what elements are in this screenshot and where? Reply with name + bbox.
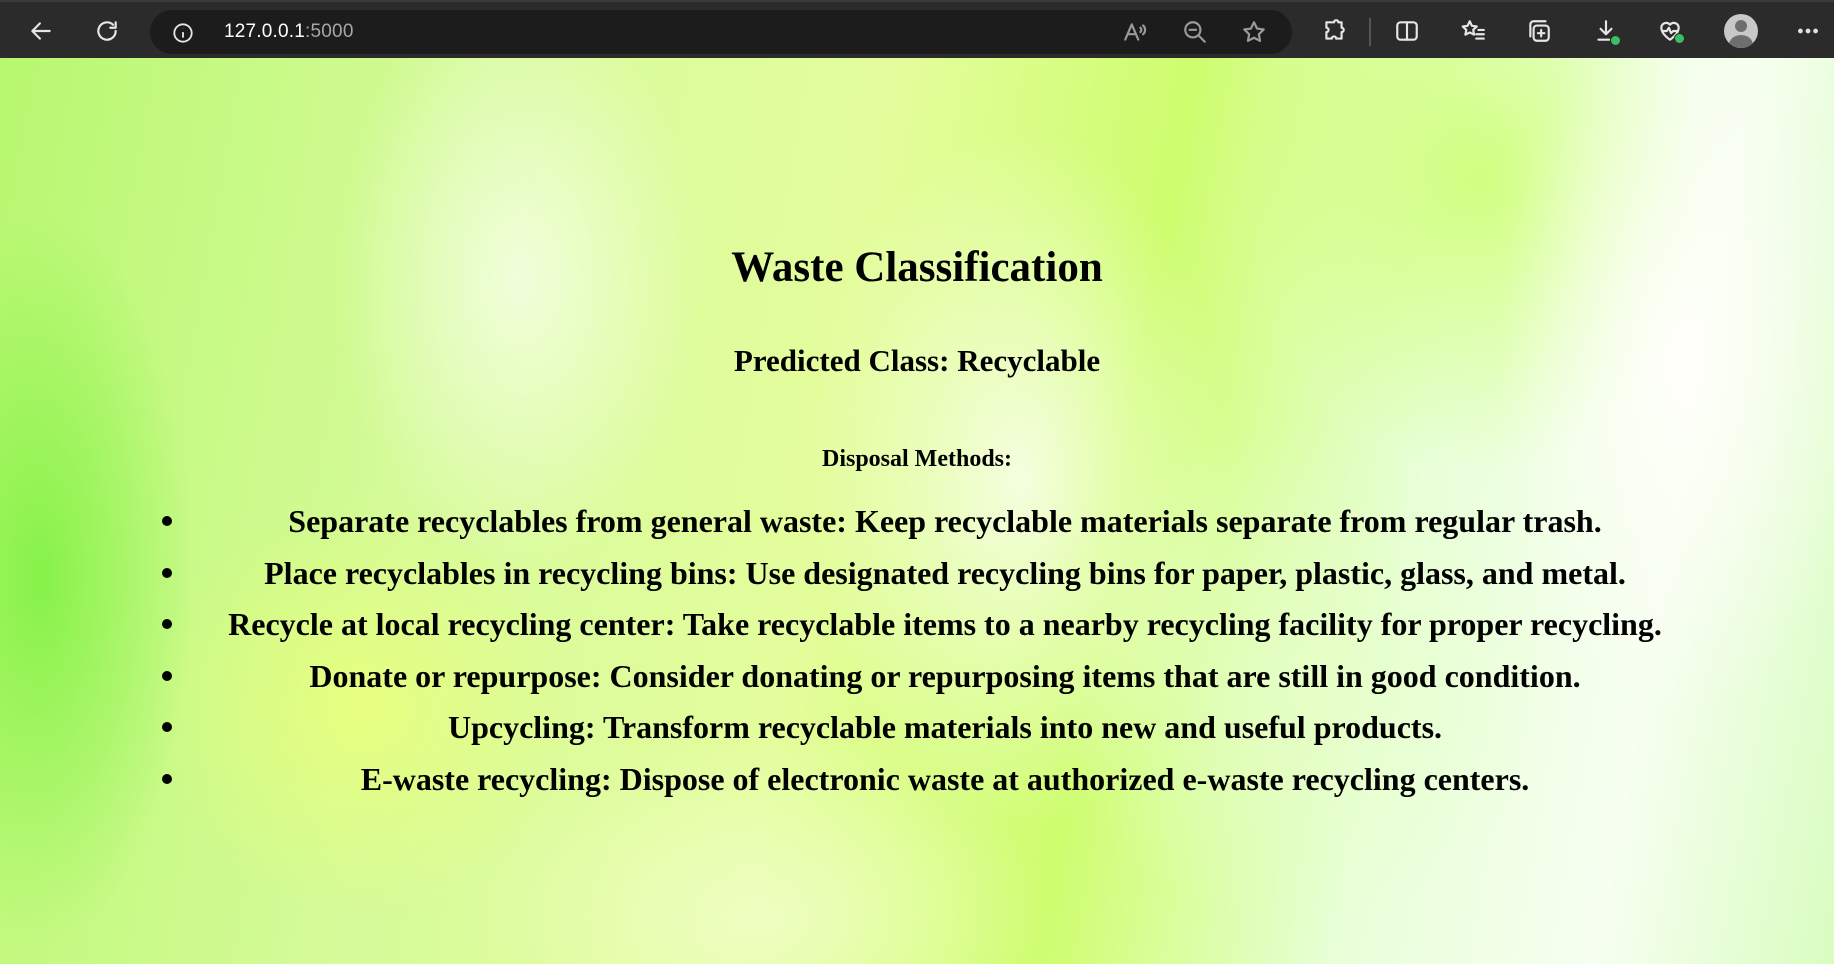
site-info-icon[interactable] <box>172 22 193 43</box>
address-bar[interactable]: 127.0.0.1:5000 <box>150 10 1292 54</box>
avatar-head <box>1735 20 1747 32</box>
split-screen-button[interactable] <box>1389 13 1425 49</box>
page-title: Waste Classification <box>731 244 1103 291</box>
favorite-star-icon[interactable] <box>1241 19 1267 45</box>
list-item: Recycle at local recycling center: Take … <box>144 603 1746 655</box>
predicted-class: Predicted Class: Recyclable <box>733 343 1101 378</box>
bullet-icon <box>162 670 172 681</box>
reload-icon <box>97 21 117 41</box>
method-text: Recycle at local recycling center: Take … <box>228 606 1662 642</box>
avatar-body <box>1729 35 1753 48</box>
url-text[interactable]: 127.0.0.1:5000 <box>224 21 354 43</box>
downloads-button[interactable] <box>1588 13 1624 49</box>
page-viewport: Waste Classification Predicted Class: Re… <box>0 58 1834 964</box>
method-text: Donate or repurpose: Consider donating o… <box>309 657 1581 694</box>
download-complete-badge <box>1610 35 1621 46</box>
collections-button[interactable] <box>1521 13 1557 49</box>
list-item: E-waste recycling: Dispose of electronic… <box>144 758 1746 810</box>
method-text: E-waste recycling: Dispose of electronic… <box>360 760 1530 797</box>
puzzle-icon <box>1325 19 1345 40</box>
reload-button[interactable] <box>89 13 125 49</box>
read-aloud-icon[interactable] <box>1122 19 1148 45</box>
list-item: Place recyclables in recycling bins: Use… <box>144 552 1746 604</box>
bullet-icon <box>162 773 172 784</box>
settings-more-button[interactable] <box>1790 13 1826 49</box>
browser-toolbar: 127.0.0.1:5000 <box>0 0 1834 58</box>
method-text: Separate recyclables from general waste:… <box>288 503 1602 539</box>
list-item: Donate or repurpose: Consider donating o… <box>144 655 1746 707</box>
favorites-button[interactable] <box>1455 13 1491 49</box>
method-text: Upcycling: Transform recyclable material… <box>447 709 1443 745</box>
extensions-button[interactable] <box>1316 13 1352 49</box>
bullet-icon <box>162 516 172 526</box>
list-item: Upcycling: Transform recyclable material… <box>144 706 1746 758</box>
zoom-out-icon[interactable] <box>1182 19 1208 45</box>
list-item: Separate recyclables from general waste:… <box>144 500 1746 552</box>
url-host: 127.0.0.1 <box>224 21 306 42</box>
disposal-methods-heading: Disposal Methods: <box>821 446 1013 472</box>
bullet-icon <box>162 619 172 629</box>
favorites-list-icon <box>1461 20 1485 40</box>
back-button[interactable] <box>23 13 59 49</box>
collections-icon <box>1529 20 1550 42</box>
back-arrow-icon <box>31 22 51 40</box>
performance-status-badge <box>1674 33 1685 44</box>
performance-button[interactable] <box>1652 13 1688 49</box>
bullet-icon <box>162 567 172 578</box>
profile-avatar[interactable] <box>1724 14 1758 48</box>
disposal-methods-list: Separate recyclables from general waste:… <box>144 500 1746 809</box>
method-text: Place recyclables in recycling bins: Use… <box>264 554 1626 591</box>
bullet-icon <box>162 722 172 732</box>
split-screen-icon <box>1396 21 1418 41</box>
more-dots-icon <box>1798 28 1818 34</box>
url-port: :5000 <box>305 21 354 42</box>
toolbar-divider <box>1369 18 1371 46</box>
